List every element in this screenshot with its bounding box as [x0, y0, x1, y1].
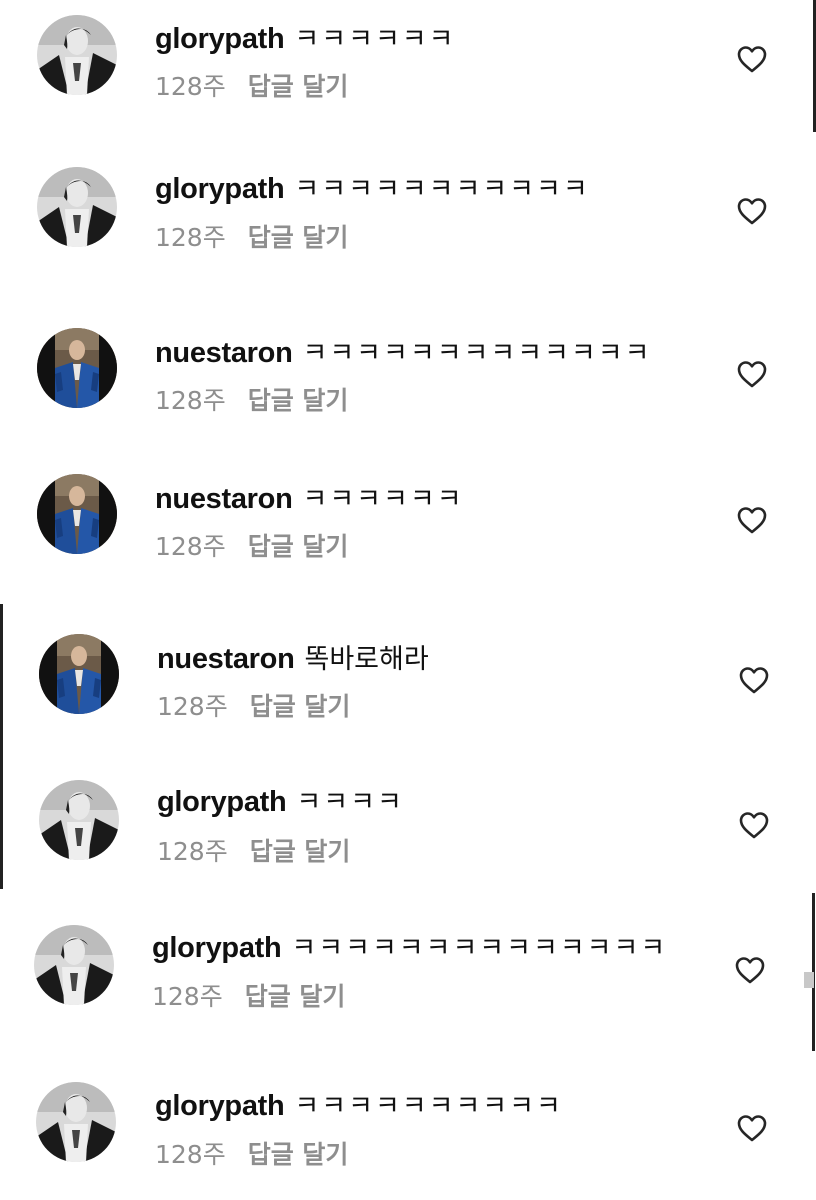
username-link[interactable]: nuestaron	[155, 483, 293, 515]
heart-icon[interactable]	[736, 44, 768, 74]
comment-text: ㅋㅋㅋㅋㅋㅋㅋㅋㅋㅋㅋㅋㅋㅋ	[291, 933, 668, 964]
username-link[interactable]: nuestaron	[155, 337, 293, 369]
username-link[interactable]: glorypath	[155, 23, 285, 55]
comment-line: glorypath ㅋㅋㅋㅋㅋㅋㅋㅋㅋㅋㅋ	[155, 172, 590, 207]
heart-icon[interactable]	[738, 665, 770, 695]
timestamp: 128주	[157, 692, 228, 721]
timestamp: 128주	[155, 532, 226, 561]
scrollbar-thumb[interactable]	[804, 972, 814, 988]
comment-line: glorypath ㅋㅋㅋㅋㅋㅋㅋㅋㅋㅋ	[155, 1089, 563, 1124]
heart-icon[interactable]	[736, 196, 768, 226]
reply-button[interactable]: 답글 달기	[248, 223, 349, 252]
avatar[interactable]	[34, 925, 114, 1005]
username-link[interactable]: glorypath	[155, 173, 285, 205]
comment-item: nuestaron ㅋㅋㅋㅋㅋㅋ 128주 답글 달기	[0, 460, 816, 580]
reply-button[interactable]: 답글 달기	[245, 982, 346, 1011]
comment-item: nuestaron 똑바로해라 128주 답글 달기	[0, 620, 816, 740]
heart-icon[interactable]	[736, 359, 768, 389]
username-link[interactable]: glorypath	[157, 786, 287, 818]
comment-line: nuestaron ㅋㅋㅋㅋㅋㅋ	[155, 482, 464, 517]
reply-button[interactable]: 답글 달기	[248, 386, 349, 415]
comment-line: nuestaron ㅋㅋㅋㅋㅋㅋㅋㅋㅋㅋㅋㅋㅋ	[155, 336, 651, 371]
reply-button[interactable]: 답글 달기	[248, 532, 349, 561]
comment-text: ㅋㅋㅋㅋㅋㅋ	[294, 24, 456, 55]
username-link[interactable]: glorypath	[155, 1090, 285, 1122]
comment-meta: 128주 답글 달기	[157, 692, 350, 722]
comment-item: glorypath ㅋㅋㅋㅋㅋㅋㅋㅋㅋㅋㅋ 128주 답글 달기	[0, 152, 816, 272]
avatar[interactable]	[37, 167, 117, 247]
comment-text: ㅋㅋㅋㅋㅋㅋ	[302, 484, 464, 515]
heart-icon[interactable]	[734, 955, 766, 985]
comment-text: ㅋㅋㅋㅋㅋㅋㅋㅋㅋㅋ	[294, 1091, 563, 1122]
username-link[interactable]: nuestaron	[157, 643, 295, 675]
comment-meta: 128주 답글 달기	[155, 386, 348, 416]
heart-icon[interactable]	[738, 810, 770, 840]
timestamp: 128주	[155, 1140, 226, 1169]
timestamp: 128주	[155, 223, 226, 252]
comment-text: ㅋㅋㅋㅋㅋㅋㅋㅋㅋㅋㅋ	[294, 174, 590, 205]
comment-item: glorypath ㅋㅋㅋㅋㅋㅋㅋㅋㅋㅋㅋㅋㅋㅋ 128주 답글 달기	[0, 910, 816, 1030]
timestamp: 128주	[157, 837, 228, 866]
comment-item: glorypath ㅋㅋㅋㅋㅋㅋ 128주 답글 달기	[0, 0, 816, 120]
username-link[interactable]: glorypath	[152, 932, 282, 964]
comment-line: glorypath ㅋㅋㅋㅋㅋㅋㅋㅋㅋㅋㅋㅋㅋㅋ	[152, 931, 667, 966]
comment-item: glorypath ㅋㅋㅋㅋ 128주 답글 달기	[0, 765, 816, 885]
avatar[interactable]	[36, 1082, 116, 1162]
timestamp: 128주	[155, 386, 226, 415]
avatar[interactable]	[37, 328, 117, 408]
heart-icon[interactable]	[736, 505, 768, 535]
comment-meta: 128주 답글 달기	[157, 837, 350, 867]
comment-line: nuestaron 똑바로해라	[157, 642, 429, 677]
comment-meta: 128주 답글 달기	[155, 1140, 348, 1170]
reply-button[interactable]: 답글 달기	[250, 692, 351, 721]
heart-icon[interactable]	[736, 1113, 768, 1143]
avatar[interactable]	[37, 474, 117, 554]
timestamp: 128주	[155, 72, 226, 101]
reply-button[interactable]: 답글 달기	[248, 72, 349, 101]
avatar[interactable]	[39, 780, 119, 860]
reply-button[interactable]: 답글 달기	[248, 1140, 349, 1169]
comment-item: nuestaron ㅋㅋㅋㅋㅋㅋㅋㅋㅋㅋㅋㅋㅋ 128주 답글 달기	[0, 314, 816, 434]
comment-line: glorypath ㅋㅋㅋㅋ	[157, 785, 404, 820]
reply-button[interactable]: 답글 달기	[250, 837, 351, 866]
comment-meta: 128주 답글 달기	[155, 532, 348, 562]
comment-text: 똑바로해라	[304, 644, 429, 675]
avatar[interactable]	[39, 634, 119, 714]
comment-line: glorypath ㅋㅋㅋㅋㅋㅋ	[155, 22, 455, 57]
comment-meta: 128주 답글 달기	[155, 72, 348, 102]
comment-meta: 128주 답글 달기	[155, 223, 348, 253]
divider	[0, 604, 3, 889]
timestamp: 128주	[152, 982, 223, 1011]
comment-text: ㅋㅋㅋㅋㅋㅋㅋㅋㅋㅋㅋㅋㅋ	[302, 338, 652, 369]
comment-item: glorypath ㅋㅋㅋㅋㅋㅋㅋㅋㅋㅋ 128주 답글 달기	[0, 1068, 816, 1188]
avatar[interactable]	[37, 15, 117, 95]
comment-meta: 128주 답글 달기	[152, 982, 345, 1012]
comment-text: ㅋㅋㅋㅋ	[296, 787, 404, 818]
